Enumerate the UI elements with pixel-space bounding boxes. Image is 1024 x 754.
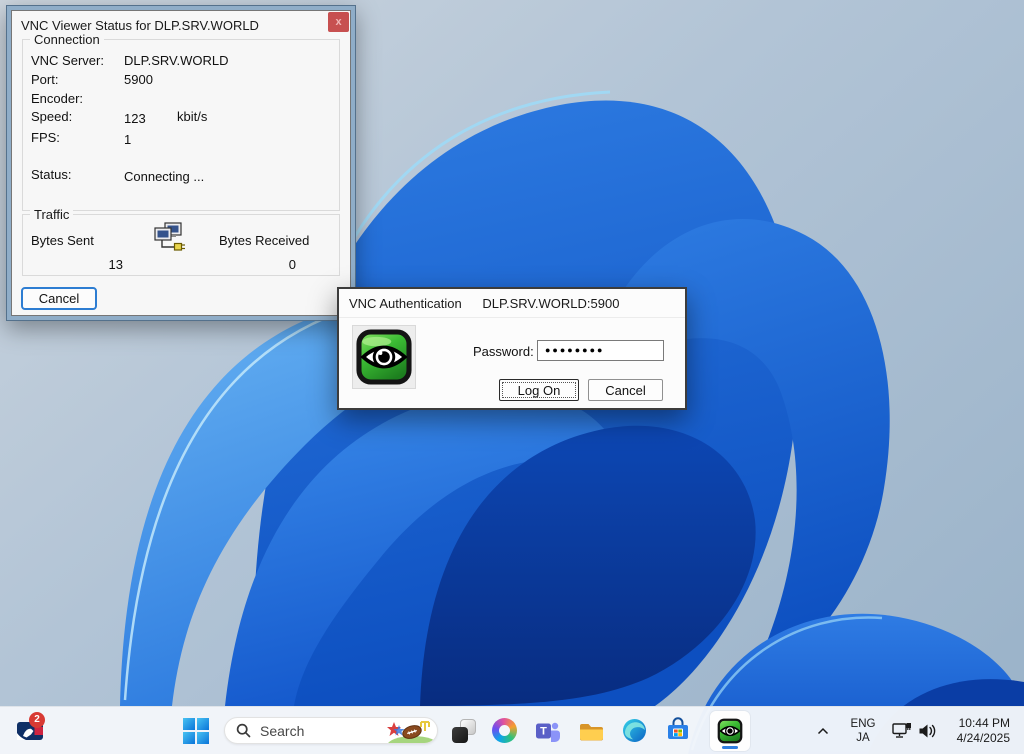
hidden-icons-chevron[interactable] (813, 721, 833, 741)
auth-cancel-button[interactable]: Cancel (588, 379, 663, 401)
edge-button[interactable] (622, 718, 647, 743)
speaker-icon (918, 723, 937, 739)
file-explorer-button[interactable] (578, 718, 605, 745)
ultravnc-taskbar-button-active[interactable] (710, 711, 750, 751)
language-primary: ENG (851, 717, 876, 731)
connection-group: Connection VNC Server: DLP.SRV.WORLD Por… (22, 39, 340, 211)
teams-button[interactable]: T (535, 718, 561, 744)
ethernet-icon (892, 722, 912, 740)
task-view-front-square (452, 727, 468, 743)
volume-tray-button[interactable] (916, 722, 938, 740)
close-icon[interactable]: x (328, 12, 349, 32)
notification-badge: 2 (29, 712, 45, 728)
task-view-button[interactable] (451, 718, 477, 744)
vnc-status-dialog-body: VNC Viewer Status for DLP.SRV.WORLD x Co… (11, 10, 351, 316)
speed-value: 123 (124, 111, 146, 126)
speed-unit: kbit/s (177, 109, 207, 124)
windows-logo-icon (183, 718, 209, 744)
auth-titlebar: VNC Authentication DLP.SRV.WORLD:5900 (339, 289, 685, 318)
port-label: Port: (31, 72, 58, 87)
search-box[interactable]: Search (224, 717, 438, 744)
chevron-up-icon (817, 727, 829, 735)
desktop: VNC Viewer Status for DLP.SRV.WORLD x Co… (0, 0, 1024, 754)
search-highlight-sports-icon (385, 719, 435, 744)
connection-group-label: Connection (30, 32, 104, 47)
auth-server-address: DLP.SRV.WORLD:5900 (482, 296, 619, 311)
speed-label: Speed: (31, 109, 72, 124)
bytes-received-label: Bytes Received (219, 233, 309, 248)
status-label: Status: (31, 167, 71, 182)
search-placeholder: Search (260, 723, 304, 739)
vnc-status-dialog: VNC Viewer Status for DLP.SRV.WORLD x Co… (6, 5, 356, 321)
file-explorer-icon (578, 718, 605, 745)
password-label: Password: (473, 344, 534, 359)
time-text: 10:44 PM (959, 716, 1010, 731)
taskbar: 2 Search (0, 706, 1024, 754)
vnc-server-value: DLP.SRV.WORLD (124, 53, 229, 68)
port-value: 5900 (124, 72, 153, 87)
search-icon (236, 723, 251, 738)
cancel-button[interactable]: Cancel (21, 287, 97, 310)
ultravnc-icon (717, 718, 743, 744)
network-tray-button[interactable] (891, 722, 913, 740)
dialog-title: VNC Viewer Status for DLP.SRV.WORLD (21, 18, 259, 33)
edge-icon (622, 718, 647, 743)
start-button[interactable] (183, 718, 209, 744)
bytes-sent-label: Bytes Sent (31, 233, 94, 248)
traffic-group-label: Traffic (30, 207, 73, 222)
bytes-sent-value: 13 (31, 257, 123, 272)
vnc-server-label: VNC Server: (31, 53, 104, 68)
bytes-received-value: 0 (208, 257, 296, 272)
status-value: Connecting ... (124, 169, 204, 184)
copilot-icon (492, 718, 517, 743)
network-transfer-icon (151, 221, 187, 258)
vnc-auth-dialog: VNC Authentication DLP.SRV.WORLD:5900 Pa… (337, 287, 687, 410)
fps-value: 1 (124, 132, 131, 147)
traffic-group: Traffic Bytes Sent Bytes Received (22, 214, 340, 276)
copilot-button[interactable] (492, 718, 517, 743)
language-indicator[interactable]: ENG JA (843, 716, 883, 746)
password-input[interactable]: ●●●●●●●● (537, 340, 664, 361)
encoder-label: Encoder: (31, 91, 83, 106)
active-app-indicator (722, 746, 738, 749)
date-text: 4/24/2025 (957, 731, 1010, 746)
fps-label: FPS: (31, 130, 60, 145)
clock[interactable]: 10:44 PM 4/24/2025 (944, 716, 1010, 746)
microsoft-store-button[interactable] (665, 717, 691, 744)
widgets-button[interactable]: 2 (10, 714, 50, 748)
svg-text:T: T (540, 726, 547, 738)
ultravnc-eye-icon (352, 325, 416, 389)
teams-icon: T (535, 718, 561, 744)
log-on-button[interactable]: Log On (499, 379, 579, 401)
language-secondary: JA (856, 731, 869, 745)
microsoft-store-icon (665, 717, 691, 744)
auth-dialog-title: VNC Authentication (349, 296, 462, 311)
